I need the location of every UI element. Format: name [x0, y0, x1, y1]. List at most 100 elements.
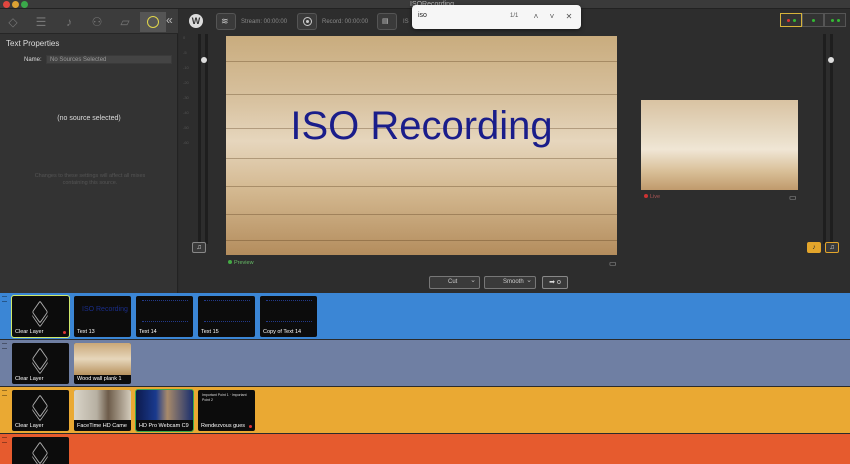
camera-thumbnail [74, 390, 131, 420]
source-label: Clear Layer [15, 423, 44, 429]
find-bar: iso 1/1 ˄ ˅ ✕ [412, 5, 581, 29]
source-tile[interactable]: Clear Layer [12, 343, 69, 384]
master-volume-knob[interactable] [201, 57, 207, 63]
master-audio-meter [195, 34, 209, 244]
wirecast-logo-icon: W [189, 14, 203, 28]
source-tile[interactable]: ISO Recording Text 13 [74, 296, 131, 337]
iso-label: IS [403, 19, 409, 25]
zoom-window-button[interactable] [21, 1, 28, 8]
find-close-icon[interactable]: ✕ [563, 10, 575, 24]
find-next-icon[interactable]: ˅ [546, 10, 558, 24]
preview-canvas[interactable]: ISO Recording [226, 36, 617, 255]
green-dot-icon [837, 19, 840, 22]
meter-bar-left [823, 34, 826, 244]
preview-monitor-icon[interactable]: ▭ [609, 259, 617, 268]
panel-icon-strip: ◇ ☰ ♪ ⚇ ▱ « [0, 9, 178, 34]
stream-button[interactable]: ≋ [216, 13, 236, 30]
status-box-3[interactable] [824, 13, 846, 27]
source-tile[interactable]: Important Point 1 · Important Point 2 Re… [198, 390, 255, 431]
main-area: W ≋ Stream: 00:00:00 Record: 00:00:00 ▤ … [179, 9, 850, 293]
live-dot-icon [644, 194, 648, 198]
collapse-panel-icon[interactable]: « [166, 13, 173, 27]
wifi-icon: ≋ [221, 16, 229, 26]
green-dot-icon [793, 19, 796, 22]
layer-row-2: Clear Layer Wood wall plank 1 [0, 340, 850, 386]
name-label: Name: [24, 57, 42, 63]
wood-plank-line [226, 61, 617, 62]
source-label: HD Pro Webcam C9 [139, 423, 189, 429]
source-label: Text 13 [77, 329, 95, 335]
wood-plank-line [226, 186, 617, 187]
layer-row-4 [0, 434, 850, 464]
source-label: FaceTime HD Came [77, 423, 127, 429]
layer-handle-icon[interactable] [2, 390, 7, 396]
status-box-1[interactable] [780, 13, 802, 27]
layer-row-3: Clear Layer FaceTime HD Came HD Pro Webc… [0, 387, 850, 433]
source-tile[interactable]: Text 15 [198, 296, 255, 337]
person-icon[interactable]: ⚇ [84, 12, 110, 32]
transition-type-select[interactable]: Cut [429, 275, 480, 289]
layer-handle-icon[interactable] [2, 296, 7, 302]
meter-bar-left [198, 34, 201, 244]
source-tile[interactable]: FaceTime HD Came [74, 390, 131, 431]
red-dot-icon [787, 19, 790, 22]
source-tile[interactable]: Copy of Text 14 [260, 296, 317, 337]
transition-controls: Cut Smooth ➡ o [429, 275, 569, 289]
source-tile[interactable]: HD Pro Webcam C9 [135, 389, 194, 432]
preview-title-text: ISO Recording [290, 104, 553, 148]
iso-record-button[interactable]: ▤ [377, 13, 397, 30]
text-lines-preview [204, 300, 250, 322]
meter-scale: 0 -5 -10 -20 -30 -40 -50 -60 [183, 35, 189, 145]
status-indicators [780, 13, 846, 27]
empty-message: (no source selected) [57, 115, 121, 122]
live-label: Live [644, 194, 660, 200]
go-button[interactable]: ➡ o [542, 276, 568, 289]
find-input[interactable]: iso [418, 12, 427, 19]
headphone-toggle-button[interactable]: ♫ [825, 242, 839, 253]
layer-handle-icon[interactable] [2, 437, 7, 443]
text-properties-icon[interactable] [140, 12, 166, 32]
record-status: Record: 00:00:00 [322, 19, 369, 25]
source-tile[interactable]: Clear Layer [12, 390, 69, 431]
source-label: Rendezvous gues [201, 423, 246, 429]
text-preview: ISO Recording [82, 306, 128, 313]
source-tile[interactable] [12, 437, 69, 464]
live-monitor-icon[interactable]: ▭ [789, 193, 797, 202]
layers-icon[interactable]: ◇ [0, 12, 26, 32]
source-label: Clear Layer [15, 376, 44, 382]
output-volume-knob[interactable] [828, 57, 834, 63]
source-label: Wood wall plank 1 [77, 376, 122, 382]
wood-plank-line [226, 240, 617, 241]
minimize-window-button[interactable] [12, 1, 19, 8]
live-canvas[interactable] [641, 100, 798, 190]
source-tile[interactable]: Wood wall plank 1 [74, 343, 131, 384]
close-window-button[interactable] [3, 1, 10, 8]
source-tile[interactable]: Text 14 [136, 296, 193, 337]
headphone-button[interactable]: ♫ [192, 242, 206, 253]
iso-icon: ▤ [382, 18, 389, 25]
output-audio-meter [820, 34, 834, 244]
find-previous-icon[interactable]: ˄ [530, 10, 542, 24]
speaker-icon[interactable]: ♪ [56, 12, 82, 32]
speaker-toggle-button[interactable]: ♪ [807, 242, 821, 253]
transition-speed-select[interactable]: Smooth [484, 275, 536, 289]
wood-plank-line [226, 94, 617, 95]
text-lines-preview [266, 300, 312, 322]
status-box-2[interactable] [802, 13, 824, 27]
sliders-icon[interactable]: ☰ [28, 12, 54, 32]
find-match-count: 1/1 [510, 13, 519, 19]
meter-bar-right [205, 34, 208, 244]
source-label: Text 14 [139, 329, 157, 335]
panel-title: Text Properties [6, 39, 60, 48]
preview-dot-icon [228, 260, 232, 264]
name-field[interactable]: No Sources Selected [46, 55, 172, 64]
source-label: Text 15 [201, 329, 219, 335]
layer-handle-icon[interactable] [2, 343, 7, 349]
green-dot-icon [831, 19, 834, 22]
transition-icon[interactable]: ▱ [112, 12, 138, 32]
notes-preview: Important Point 1 · Important Point 2 [202, 393, 247, 402]
meter-bar-right [830, 34, 833, 244]
source-tile[interactable]: Clear Layer [11, 295, 70, 338]
wood-thumbnail [74, 343, 131, 375]
record-button[interactable] [297, 13, 317, 30]
